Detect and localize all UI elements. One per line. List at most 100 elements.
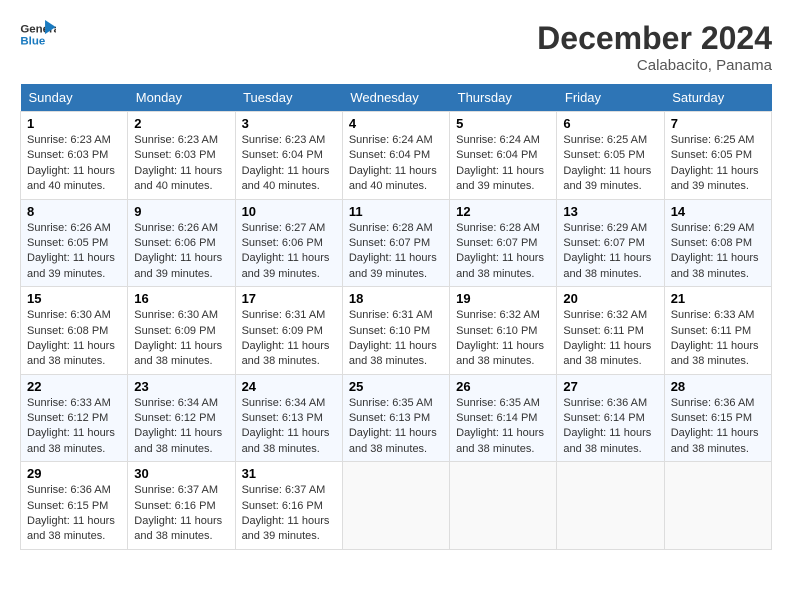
calendar-cell: 25 Sunrise: 6:35 AM Sunset: 6:13 PM Dayl… bbox=[342, 374, 449, 462]
day-info: Sunrise: 6:23 AM Sunset: 6:03 PM Dayligh… bbox=[27, 133, 121, 195]
calendar-cell: 23 Sunrise: 6:34 AM Sunset: 6:12 PM Dayl… bbox=[128, 374, 235, 462]
day-info: Sunrise: 6:37 AM Sunset: 6:16 PM Dayligh… bbox=[134, 483, 228, 545]
logo-icon: General Blue bbox=[20, 20, 56, 50]
day-number: 12 bbox=[456, 204, 550, 219]
page-header: General Blue December 2024 Calabacito, P… bbox=[20, 20, 772, 74]
day-info: Sunrise: 6:26 AM Sunset: 6:06 PM Dayligh… bbox=[134, 221, 228, 283]
day-info: Sunrise: 6:27 AM Sunset: 6:06 PM Dayligh… bbox=[242, 221, 336, 283]
day-number: 3 bbox=[242, 116, 336, 131]
logo: General Blue bbox=[20, 20, 56, 50]
day-info: Sunrise: 6:28 AM Sunset: 6:07 PM Dayligh… bbox=[349, 221, 443, 283]
calendar-cell: 29 Sunrise: 6:36 AM Sunset: 6:15 PM Dayl… bbox=[21, 462, 128, 550]
day-info: Sunrise: 6:29 AM Sunset: 6:07 PM Dayligh… bbox=[563, 221, 657, 283]
day-number: 18 bbox=[349, 291, 443, 306]
location-subtitle: Calabacito, Panama bbox=[537, 57, 772, 74]
calendar-cell: 18 Sunrise: 6:31 AM Sunset: 6:10 PM Dayl… bbox=[342, 287, 449, 375]
day-number: 27 bbox=[563, 379, 657, 394]
day-info: Sunrise: 6:36 AM Sunset: 6:15 PM Dayligh… bbox=[27, 483, 121, 545]
day-number: 11 bbox=[349, 204, 443, 219]
calendar-cell: 6 Sunrise: 6:25 AM Sunset: 6:05 PM Dayli… bbox=[557, 112, 664, 200]
calendar-week-5: 29 Sunrise: 6:36 AM Sunset: 6:15 PM Dayl… bbox=[21, 462, 772, 550]
day-number: 26 bbox=[456, 379, 550, 394]
day-info: Sunrise: 6:29 AM Sunset: 6:08 PM Dayligh… bbox=[671, 221, 765, 283]
calendar-cell: 7 Sunrise: 6:25 AM Sunset: 6:05 PM Dayli… bbox=[664, 112, 771, 200]
day-number: 17 bbox=[242, 291, 336, 306]
day-number: 6 bbox=[563, 116, 657, 131]
column-header-tuesday: Tuesday bbox=[235, 84, 342, 112]
day-info: Sunrise: 6:31 AM Sunset: 6:10 PM Dayligh… bbox=[349, 308, 443, 370]
calendar-cell: 17 Sunrise: 6:31 AM Sunset: 6:09 PM Dayl… bbox=[235, 287, 342, 375]
calendar-cell: 24 Sunrise: 6:34 AM Sunset: 6:13 PM Dayl… bbox=[235, 374, 342, 462]
calendar-cell: 22 Sunrise: 6:33 AM Sunset: 6:12 PM Dayl… bbox=[21, 374, 128, 462]
column-header-saturday: Saturday bbox=[664, 84, 771, 112]
day-number: 20 bbox=[563, 291, 657, 306]
calendar-cell: 8 Sunrise: 6:26 AM Sunset: 6:05 PM Dayli… bbox=[21, 199, 128, 287]
calendar-table: SundayMondayTuesdayWednesdayThursdayFrid… bbox=[20, 84, 772, 550]
svg-text:Blue: Blue bbox=[20, 36, 45, 48]
calendar-cell: 9 Sunrise: 6:26 AM Sunset: 6:06 PM Dayli… bbox=[128, 199, 235, 287]
day-info: Sunrise: 6:28 AM Sunset: 6:07 PM Dayligh… bbox=[456, 221, 550, 283]
day-number: 15 bbox=[27, 291, 121, 306]
calendar-cell: 13 Sunrise: 6:29 AM Sunset: 6:07 PM Dayl… bbox=[557, 199, 664, 287]
day-number: 13 bbox=[563, 204, 657, 219]
calendar-cell: 10 Sunrise: 6:27 AM Sunset: 6:06 PM Dayl… bbox=[235, 199, 342, 287]
day-number: 10 bbox=[242, 204, 336, 219]
calendar-cell bbox=[557, 462, 664, 550]
calendar-cell bbox=[342, 462, 449, 550]
day-info: Sunrise: 6:35 AM Sunset: 6:13 PM Dayligh… bbox=[349, 396, 443, 458]
day-info: Sunrise: 6:24 AM Sunset: 6:04 PM Dayligh… bbox=[456, 133, 550, 195]
day-info: Sunrise: 6:36 AM Sunset: 6:15 PM Dayligh… bbox=[671, 396, 765, 458]
calendar-week-2: 8 Sunrise: 6:26 AM Sunset: 6:05 PM Dayli… bbox=[21, 199, 772, 287]
calendar-week-3: 15 Sunrise: 6:30 AM Sunset: 6:08 PM Dayl… bbox=[21, 287, 772, 375]
column-header-thursday: Thursday bbox=[450, 84, 557, 112]
day-number: 8 bbox=[27, 204, 121, 219]
day-info: Sunrise: 6:34 AM Sunset: 6:12 PM Dayligh… bbox=[134, 396, 228, 458]
calendar-cell: 2 Sunrise: 6:23 AM Sunset: 6:03 PM Dayli… bbox=[128, 112, 235, 200]
day-number: 1 bbox=[27, 116, 121, 131]
calendar-week-4: 22 Sunrise: 6:33 AM Sunset: 6:12 PM Dayl… bbox=[21, 374, 772, 462]
day-info: Sunrise: 6:24 AM Sunset: 6:04 PM Dayligh… bbox=[349, 133, 443, 195]
calendar-cell: 21 Sunrise: 6:33 AM Sunset: 6:11 PM Dayl… bbox=[664, 287, 771, 375]
column-header-monday: Monday bbox=[128, 84, 235, 112]
calendar-cell: 26 Sunrise: 6:35 AM Sunset: 6:14 PM Dayl… bbox=[450, 374, 557, 462]
calendar-cell: 30 Sunrise: 6:37 AM Sunset: 6:16 PM Dayl… bbox=[128, 462, 235, 550]
calendar-cell: 4 Sunrise: 6:24 AM Sunset: 6:04 PM Dayli… bbox=[342, 112, 449, 200]
calendar-week-1: 1 Sunrise: 6:23 AM Sunset: 6:03 PM Dayli… bbox=[21, 112, 772, 200]
day-number: 31 bbox=[242, 466, 336, 481]
column-header-wednesday: Wednesday bbox=[342, 84, 449, 112]
day-number: 9 bbox=[134, 204, 228, 219]
day-number: 22 bbox=[27, 379, 121, 394]
day-info: Sunrise: 6:32 AM Sunset: 6:10 PM Dayligh… bbox=[456, 308, 550, 370]
calendar-cell: 19 Sunrise: 6:32 AM Sunset: 6:10 PM Dayl… bbox=[450, 287, 557, 375]
day-info: Sunrise: 6:23 AM Sunset: 6:03 PM Dayligh… bbox=[134, 133, 228, 195]
day-info: Sunrise: 6:37 AM Sunset: 6:16 PM Dayligh… bbox=[242, 483, 336, 545]
day-number: 5 bbox=[456, 116, 550, 131]
column-header-sunday: Sunday bbox=[21, 84, 128, 112]
calendar-cell: 28 Sunrise: 6:36 AM Sunset: 6:15 PM Dayl… bbox=[664, 374, 771, 462]
day-info: Sunrise: 6:25 AM Sunset: 6:05 PM Dayligh… bbox=[671, 133, 765, 195]
calendar-header-row: SundayMondayTuesdayWednesdayThursdayFrid… bbox=[21, 84, 772, 112]
day-number: 7 bbox=[671, 116, 765, 131]
calendar-cell bbox=[450, 462, 557, 550]
calendar-cell: 12 Sunrise: 6:28 AM Sunset: 6:07 PM Dayl… bbox=[450, 199, 557, 287]
calendar-cell bbox=[664, 462, 771, 550]
calendar-cell: 1 Sunrise: 6:23 AM Sunset: 6:03 PM Dayli… bbox=[21, 112, 128, 200]
day-number: 19 bbox=[456, 291, 550, 306]
day-number: 30 bbox=[134, 466, 228, 481]
day-info: Sunrise: 6:35 AM Sunset: 6:14 PM Dayligh… bbox=[456, 396, 550, 458]
calendar-cell: 16 Sunrise: 6:30 AM Sunset: 6:09 PM Dayl… bbox=[128, 287, 235, 375]
title-block: December 2024 Calabacito, Panama bbox=[537, 20, 772, 74]
day-number: 24 bbox=[242, 379, 336, 394]
day-number: 21 bbox=[671, 291, 765, 306]
day-info: Sunrise: 6:36 AM Sunset: 6:14 PM Dayligh… bbox=[563, 396, 657, 458]
calendar-cell: 5 Sunrise: 6:24 AM Sunset: 6:04 PM Dayli… bbox=[450, 112, 557, 200]
day-info: Sunrise: 6:30 AM Sunset: 6:08 PM Dayligh… bbox=[27, 308, 121, 370]
day-info: Sunrise: 6:30 AM Sunset: 6:09 PM Dayligh… bbox=[134, 308, 228, 370]
day-info: Sunrise: 6:33 AM Sunset: 6:11 PM Dayligh… bbox=[671, 308, 765, 370]
day-info: Sunrise: 6:23 AM Sunset: 6:04 PM Dayligh… bbox=[242, 133, 336, 195]
day-number: 2 bbox=[134, 116, 228, 131]
day-number: 29 bbox=[27, 466, 121, 481]
day-info: Sunrise: 6:25 AM Sunset: 6:05 PM Dayligh… bbox=[563, 133, 657, 195]
day-info: Sunrise: 6:34 AM Sunset: 6:13 PM Dayligh… bbox=[242, 396, 336, 458]
calendar-cell: 27 Sunrise: 6:36 AM Sunset: 6:14 PM Dayl… bbox=[557, 374, 664, 462]
